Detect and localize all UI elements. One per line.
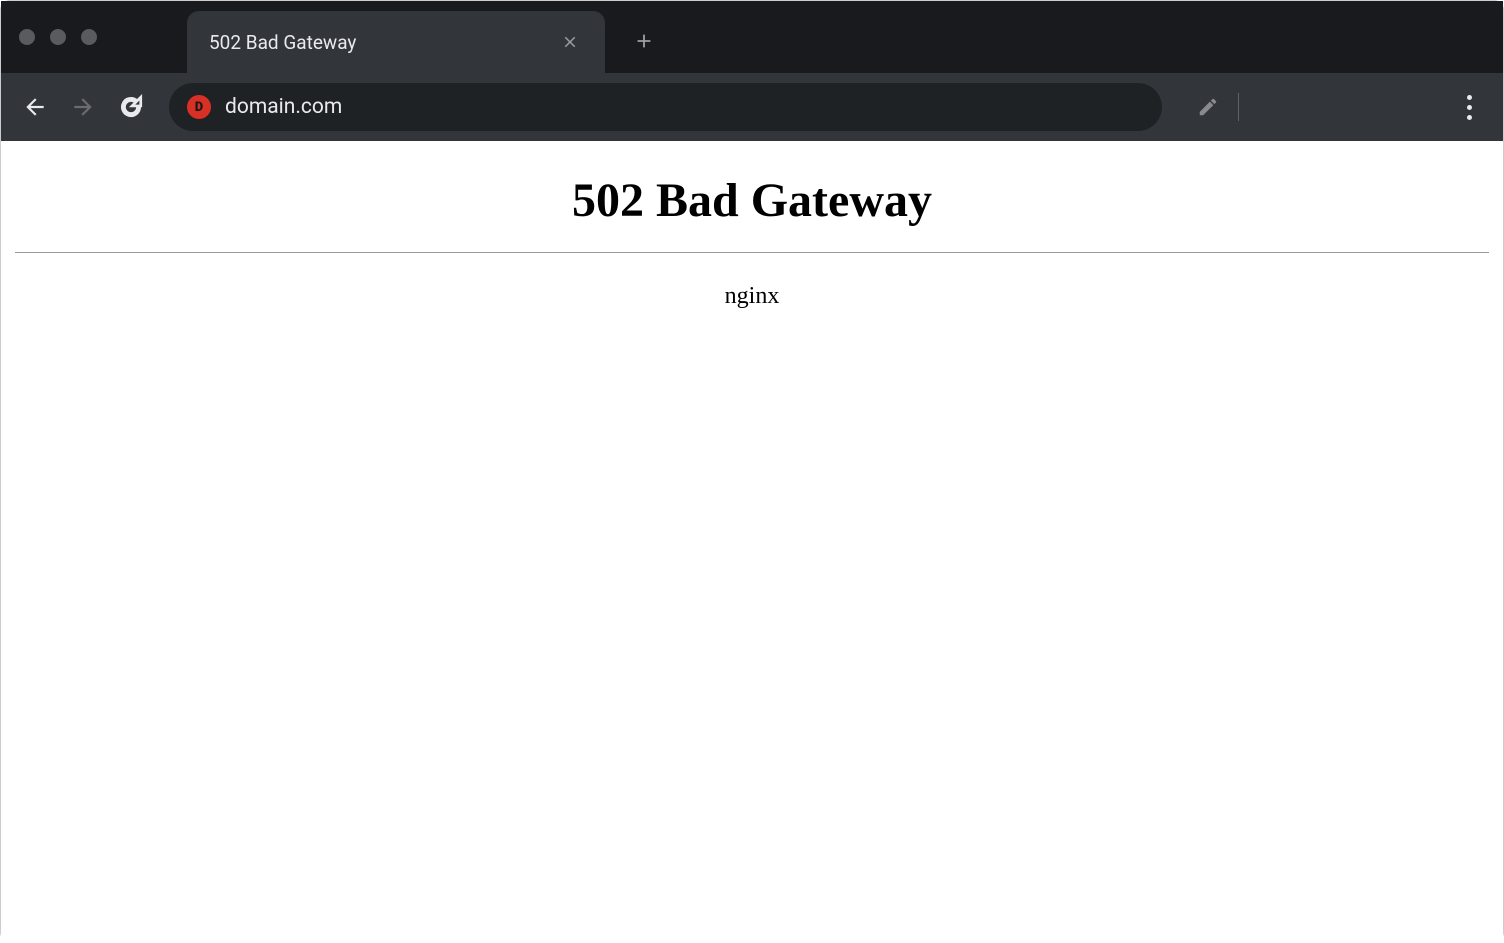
reload-button[interactable]	[109, 85, 153, 129]
error-heading: 502 Bad Gateway	[15, 173, 1489, 228]
tab-title: 502 Bad Gateway	[209, 31, 557, 54]
toolbar-divider	[1238, 93, 1239, 121]
site-favicon-icon	[187, 95, 211, 119]
tab-bar: 502 Bad Gateway	[1, 1, 1503, 73]
horizontal-rule	[15, 252, 1489, 253]
browser-menu-button[interactable]	[1447, 85, 1491, 129]
browser-tab[interactable]: 502 Bad Gateway	[187, 11, 605, 73]
close-window-button[interactable]	[19, 29, 35, 45]
close-tab-icon[interactable]	[557, 29, 583, 55]
server-name: nginx	[15, 283, 1489, 310]
maximize-window-button[interactable]	[81, 29, 97, 45]
window-controls	[19, 29, 97, 45]
url-text: domain.com	[225, 95, 1144, 119]
minimize-window-button[interactable]	[50, 29, 66, 45]
new-tab-button[interactable]	[633, 22, 655, 52]
address-bar[interactable]: domain.com	[169, 83, 1162, 131]
back-button[interactable]	[13, 85, 57, 129]
browser-toolbar: domain.com	[1, 73, 1503, 141]
browser-chrome: 502 Bad Gateway domain.com	[1, 1, 1503, 141]
edit-icon[interactable]	[1186, 85, 1230, 129]
forward-button[interactable]	[61, 85, 105, 129]
page-content: 502 Bad Gateway nginx	[1, 141, 1503, 943]
toolbar-right	[1186, 85, 1491, 129]
